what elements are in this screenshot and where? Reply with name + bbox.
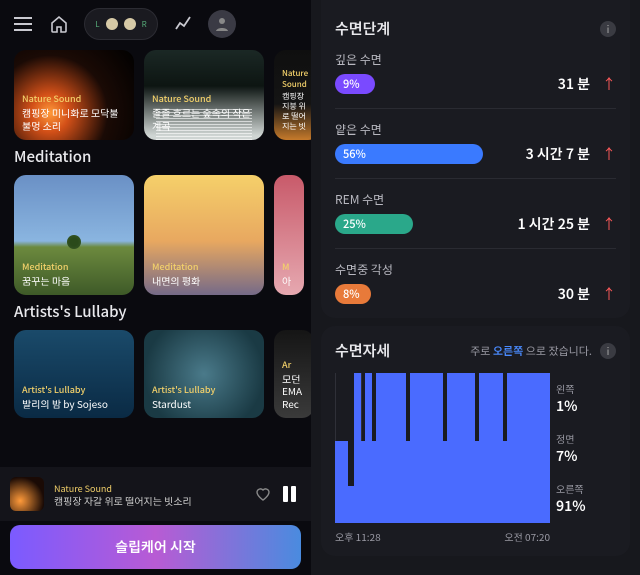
stage-pill: 25% — [335, 214, 413, 234]
earbud-left-icon — [106, 18, 118, 30]
info-icon[interactable]: i — [600, 21, 616, 37]
app-header: L R — [0, 0, 311, 48]
card-label: Nature Sound — [282, 68, 311, 90]
stage-light: 얕은 수면 56% 3 시간 7 분 ↑ — [335, 121, 616, 164]
now-playing-bar: Nature Sound 캠핑장 자갈 위로 떨어지는 빗소리 — [0, 467, 311, 521]
stage-value: 3 시간 7 분 — [526, 144, 590, 164]
posture-legend: 왼쪽 1% 정면 7% 오른쪽 91% — [556, 373, 616, 523]
card-label: Meditation — [22, 260, 126, 273]
meditation-row: Meditation 꿈꾸는 마음 Meditation 내면의 평화 M 아 — [0, 175, 311, 295]
card-title: 캠핑장 지붕 위로 떨어지는 빗 — [282, 92, 311, 132]
stage-pct: 9% — [343, 76, 360, 92]
posture-graph — [335, 373, 550, 523]
section-meditation-title: Meditation — [0, 140, 311, 175]
earbud-l-label: L — [95, 19, 99, 30]
card-title: 꿈꾸는 마음 — [22, 275, 126, 288]
stage-pct: 25% — [343, 216, 366, 232]
stage-wake: 수면중 각성 8% 30 분 ↑ — [335, 261, 616, 304]
music-app: L R Nature Sound 캠핑장 미니화로 모닥불 불멍 소리 Natu… — [0, 0, 311, 575]
stage-pct: 8% — [343, 286, 360, 302]
card-title: 캠핑장 미니화로 모닥불 불멍 소리 — [22, 107, 126, 132]
nature-card-fire[interactable]: Nature Sound 캠핑장 미니화로 모닥불 불멍 소리 — [14, 50, 134, 140]
arrow-up-icon: ↑ — [602, 144, 616, 164]
posture-title: 수면자세 — [335, 340, 390, 361]
graph-axis: 오후 11:28 오전 07:20 — [335, 529, 616, 544]
sleepcare-start-button[interactable]: 슬립케어 시작 — [10, 525, 301, 569]
earbud-right-icon — [124, 18, 136, 30]
legend-left-pct: 1% — [556, 396, 616, 416]
pause-button[interactable] — [283, 486, 301, 502]
stage-label: 얕은 수면 — [335, 121, 616, 138]
avatar[interactable] — [208, 10, 236, 38]
legend-left-label: 왼쪽 — [556, 381, 616, 396]
axis-end: 오전 07:20 — [504, 529, 550, 544]
lullaby-row: Artist's Lullaby 발리의 밤 by Sojeso Artist'… — [0, 330, 311, 418]
card-title: 졸졸 흐르는 숲속의 작은 계곡 — [152, 107, 256, 132]
card-label: Nature Sound — [22, 92, 126, 105]
heart-icon[interactable] — [253, 485, 273, 503]
now-playing-thumb[interactable] — [10, 477, 44, 511]
stage-deep: 깊은 수면 9% 31 분 ↑ — [335, 51, 616, 94]
stage-label: 수면중 각성 — [335, 261, 616, 278]
meditation-card-peace[interactable]: Meditation 내면의 평화 — [144, 175, 264, 295]
arrow-up-icon: ↑ — [602, 214, 616, 234]
card-label: Artist's Lullaby — [22, 383, 126, 396]
stage-pill: 8% — [335, 284, 371, 304]
info-icon[interactable]: i — [600, 343, 616, 359]
card-title: 내면의 평화 — [152, 275, 256, 288]
divider — [335, 178, 616, 179]
stage-pct: 56% — [343, 146, 366, 162]
nature-card-camp[interactable]: Nature Sound 캠핑장 지붕 위로 떨어지는 빗 — [274, 50, 311, 140]
stage-value: 30 분 — [558, 284, 590, 304]
legend-front-pct: 7% — [556, 446, 616, 466]
now-playing-text: Nature Sound 캠핑장 자갈 위로 떨어지는 빗소리 — [54, 482, 243, 507]
arrow-up-icon: ↑ — [602, 74, 616, 94]
card-title: 발리의 밤 by Sojeso — [22, 398, 126, 411]
meditation-card-3[interactable]: M 아 — [274, 175, 304, 295]
stage-label: REM 수면 — [335, 191, 616, 208]
posture-subtitle: 주로 오른쪽 으로 잤습니다. — [470, 343, 592, 359]
stage-value: 31 분 — [558, 74, 590, 94]
stage-value: 1 시간 25 분 — [518, 214, 591, 234]
nature-sound-row: Nature Sound 캠핑장 미니화로 모닥불 불멍 소리 Nature S… — [0, 50, 311, 140]
cta-label: 슬립케어 시작 — [115, 537, 195, 557]
card-label: Nature Sound — [152, 92, 256, 105]
earbud-pill[interactable]: L R — [84, 8, 158, 40]
graph-bars — [335, 373, 550, 523]
card-label: Meditation — [152, 260, 256, 273]
card-title: Stardust — [152, 398, 256, 411]
stage-pill: 9% — [335, 74, 375, 94]
arrow-up-icon: ↑ — [602, 284, 616, 304]
axis-start: 오후 11:28 — [335, 529, 381, 544]
menu-icon[interactable] — [12, 13, 34, 35]
legend-right-label: 오른쪽 — [556, 481, 616, 496]
sleep-stats-app: 수면단계 i 깊은 수면 9% 31 분 ↑ 얕은 수면 56% 3 시간 7 … — [311, 0, 640, 575]
card-label: Ar — [282, 358, 306, 371]
now-playing-title: 캠핑장 자갈 위로 떨어지는 빗소리 — [54, 495, 243, 507]
earbud-r-label: R — [142, 19, 147, 30]
lullaby-card-modern[interactable]: Ar 모던 EMA Rec — [274, 330, 311, 418]
stage-rem: REM 수면 25% 1 시간 25 분 ↑ — [335, 191, 616, 234]
card-title: 모던 EMA Rec — [282, 373, 306, 411]
legend-right-pct: 91% — [556, 496, 616, 516]
sleep-stages-panel: 수면단계 i 깊은 수면 9% 31 분 ↑ 얕은 수면 56% 3 시간 7 … — [321, 0, 630, 318]
nature-card-stream[interactable]: Nature Sound 졸졸 흐르는 숲속의 작은 계곡 — [144, 50, 264, 140]
sleep-posture-panel: 수면자세 주로 오른쪽 으로 잤습니다. i 왼쪽 — [321, 326, 630, 556]
divider — [335, 108, 616, 109]
stats-icon[interactable] — [172, 13, 194, 35]
divider — [335, 248, 616, 249]
meditation-card-dream[interactable]: Meditation 꿈꾸는 마음 — [14, 175, 134, 295]
stage-pill: 56% — [335, 144, 483, 164]
home-icon[interactable] — [48, 13, 70, 35]
lullaby-card-stardust[interactable]: Artist's Lullaby Stardust — [144, 330, 264, 418]
card-label: Artist's Lullaby — [152, 383, 256, 396]
lullaby-card-bali[interactable]: Artist's Lullaby 발리의 밤 by Sojeso — [14, 330, 134, 418]
stage-label: 깊은 수면 — [335, 51, 616, 68]
card-label: M — [282, 260, 296, 273]
card-title: 아 — [282, 275, 296, 288]
section-lullaby-title: Artists's Lullaby — [0, 295, 311, 330]
legend-front-label: 정면 — [556, 431, 616, 446]
sleep-stages-title: 수면단계 — [335, 18, 390, 39]
